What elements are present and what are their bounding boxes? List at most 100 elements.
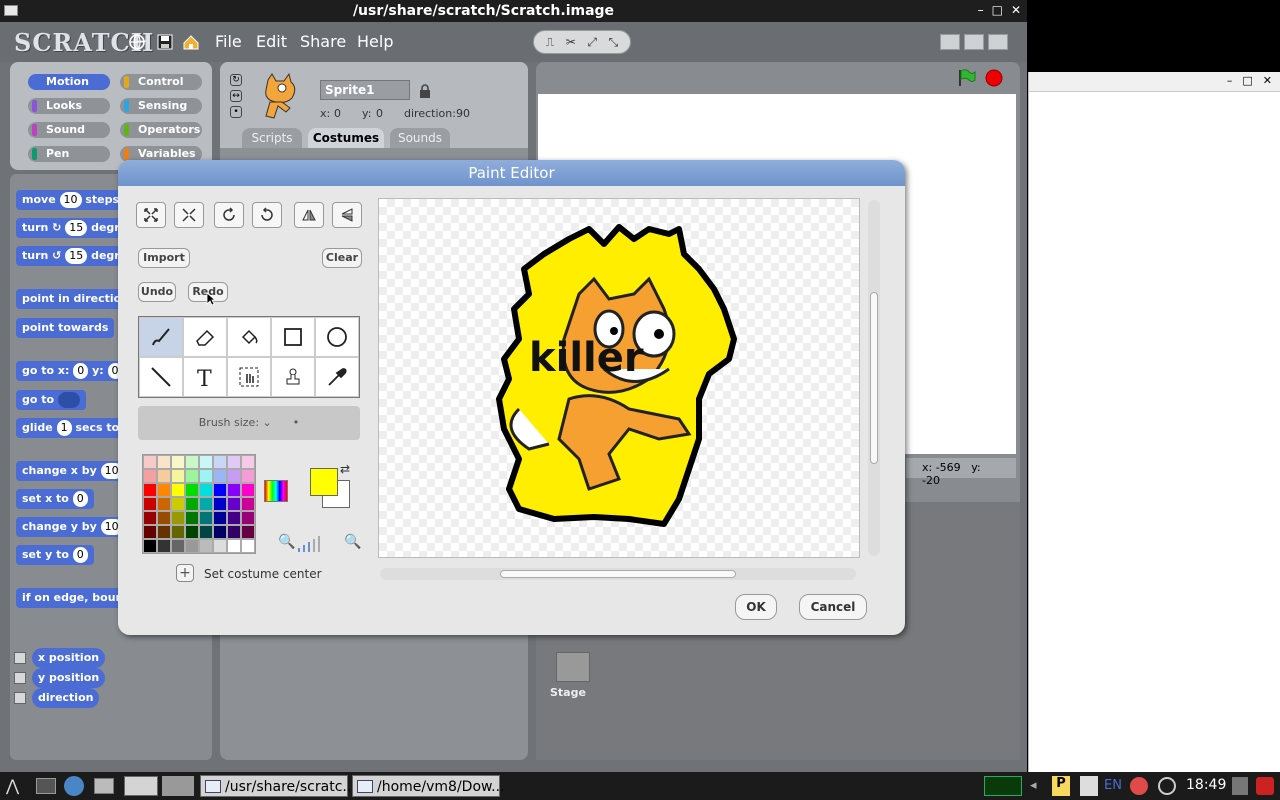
- direction-checkbox[interactable]: [14, 692, 26, 704]
- color-swatch[interactable]: [185, 455, 199, 469]
- color-swatch[interactable]: [227, 455, 241, 469]
- block-go-to[interactable]: go to: [16, 390, 86, 410]
- block-go-to-xy[interactable]: go to x: 0 y: 0: [16, 361, 129, 381]
- stamp-tool[interactable]: [271, 357, 315, 397]
- block-change-y[interactable]: change y by 10: [16, 517, 129, 537]
- vertical-scroll-thumb[interactable]: [870, 292, 878, 464]
- no-rotate-icon[interactable]: •: [230, 106, 242, 118]
- stop-icon[interactable]: [984, 68, 1004, 88]
- category-pen[interactable]: Pen: [28, 146, 110, 162]
- green-flag-icon[interactable]: [956, 68, 976, 88]
- color-swatch[interactable]: [213, 483, 227, 497]
- color-swatch[interactable]: [227, 483, 241, 497]
- block-set-x[interactable]: set x to 0: [16, 489, 94, 509]
- scissors-icon[interactable]: ✂: [566, 35, 576, 49]
- category-control[interactable]: Control: [120, 74, 202, 90]
- canvas-vertical-scrollbar[interactable]: [868, 200, 880, 556]
- category-sensing[interactable]: Sensing: [120, 98, 202, 114]
- grow-costume-button[interactable]: [136, 202, 166, 228]
- block-turn-right[interactable]: turn ↻ 15 degr: [16, 218, 126, 238]
- x-position-checkbox[interactable]: [14, 652, 26, 664]
- category-sound[interactable]: Sound: [28, 122, 110, 138]
- color-swatch[interactable]: [185, 483, 199, 497]
- clock[interactable]: 18:49: [1186, 777, 1226, 793]
- color-swatch[interactable]: [171, 469, 185, 483]
- color-swatch[interactable]: [213, 497, 227, 511]
- sprite-name-field[interactable]: Sprite1: [320, 80, 410, 100]
- color-swatch[interactable]: [157, 469, 171, 483]
- paint-canvas[interactable]: killer: [378, 198, 860, 558]
- color-swatch[interactable]: [241, 497, 255, 511]
- color-swatch[interactable]: [199, 469, 213, 483]
- taskbar-item-home[interactable]: /home/vm8/Dow...: [352, 775, 505, 797]
- show-desktop-icon[interactable]: [36, 778, 56, 794]
- canvas-horizontal-scrollbar[interactable]: [380, 568, 856, 580]
- color-swatch[interactable]: [199, 483, 213, 497]
- set-costume-center-label[interactable]: Set costume center: [204, 567, 322, 581]
- flip-icon[interactable]: ↔: [230, 90, 242, 102]
- share-icon[interactable]: [182, 33, 200, 51]
- reporter-y-position[interactable]: y position: [32, 668, 106, 688]
- menu-file[interactable]: File: [215, 32, 242, 51]
- color-swatch[interactable]: [241, 455, 255, 469]
- color-swatch[interactable]: [171, 525, 185, 539]
- arrow-left-icon[interactable]: ◂: [1030, 778, 1037, 793]
- shrink-icon[interactable]: ⤡: [609, 35, 619, 50]
- flip-horizontal-button[interactable]: [294, 202, 324, 228]
- minimize-button[interactable]: –: [978, 3, 984, 17]
- eyedropper-tool[interactable]: [315, 357, 359, 397]
- block-move[interactable]: move 10 steps: [16, 190, 126, 210]
- color-swatch[interactable]: [241, 539, 255, 553]
- stamp-icon[interactable]: ⎍: [546, 35, 554, 50]
- menu-edit[interactable]: Edit: [256, 32, 287, 51]
- close-button[interactable]: ✕: [1011, 3, 1021, 17]
- undo-button[interactable]: Undo: [138, 282, 176, 302]
- notification-icon[interactable]: [1130, 777, 1148, 795]
- color-swatch[interactable]: [213, 539, 227, 553]
- start-menu-icon[interactable]: ⋀: [6, 776, 19, 795]
- rotate-cw-button[interactable]: [214, 202, 244, 228]
- lock-icon[interactable]: [419, 84, 431, 98]
- color-swatch[interactable]: [213, 511, 227, 525]
- color-swatch[interactable]: [213, 455, 227, 469]
- color-swatch[interactable]: [227, 511, 241, 525]
- tab-sounds[interactable]: Sounds: [390, 128, 450, 148]
- color-swatch[interactable]: [213, 469, 227, 483]
- grow-icon[interactable]: ⤢: [587, 35, 597, 50]
- color-swatch[interactable]: [157, 483, 171, 497]
- color-swatch[interactable]: [143, 539, 157, 553]
- network-icon[interactable]: [1158, 777, 1176, 795]
- launcher-icon[interactable]: [162, 776, 194, 796]
- eraser-tool[interactable]: [183, 317, 227, 357]
- browser-icon[interactable]: [64, 776, 84, 796]
- color-swatch[interactable]: [171, 455, 185, 469]
- paintbrush-tool[interactable]: [139, 317, 183, 357]
- color-swatch[interactable]: [227, 497, 241, 511]
- text-tool[interactable]: T: [183, 357, 227, 397]
- color-swatch[interactable]: [143, 497, 157, 511]
- color-picker-button[interactable]: [264, 480, 288, 502]
- color-swatch[interactable]: [241, 483, 255, 497]
- color-swatch[interactable]: [199, 497, 213, 511]
- keyboard-layout[interactable]: EN: [1104, 778, 1122, 793]
- close-button[interactable]: ✕: [1263, 74, 1272, 89]
- select-tool[interactable]: [227, 357, 271, 397]
- rectangle-tool[interactable]: [271, 317, 315, 357]
- block-set-y[interactable]: set y to 0: [16, 545, 94, 565]
- flip-vertical-button[interactable]: [332, 202, 362, 228]
- color-swatch[interactable]: [157, 525, 171, 539]
- power-icon[interactable]: [1256, 777, 1274, 795]
- ellipse-tool[interactable]: [315, 317, 359, 357]
- globe-icon[interactable]: [128, 33, 146, 51]
- set-center-icon[interactable]: +: [176, 564, 194, 582]
- line-tool[interactable]: [139, 357, 183, 397]
- category-operators[interactable]: Operators: [120, 122, 202, 138]
- small-stage-button[interactable]: [940, 34, 960, 50]
- color-swatch[interactable]: [227, 525, 241, 539]
- terminal-icon[interactable]: [124, 776, 158, 796]
- color-swatch[interactable]: [199, 539, 213, 553]
- stage-thumbnail[interactable]: [556, 652, 590, 682]
- search-icon[interactable]: [1080, 776, 1098, 796]
- tab-scripts[interactable]: Scripts: [242, 128, 302, 148]
- reporter-direction[interactable]: direction: [32, 688, 100, 708]
